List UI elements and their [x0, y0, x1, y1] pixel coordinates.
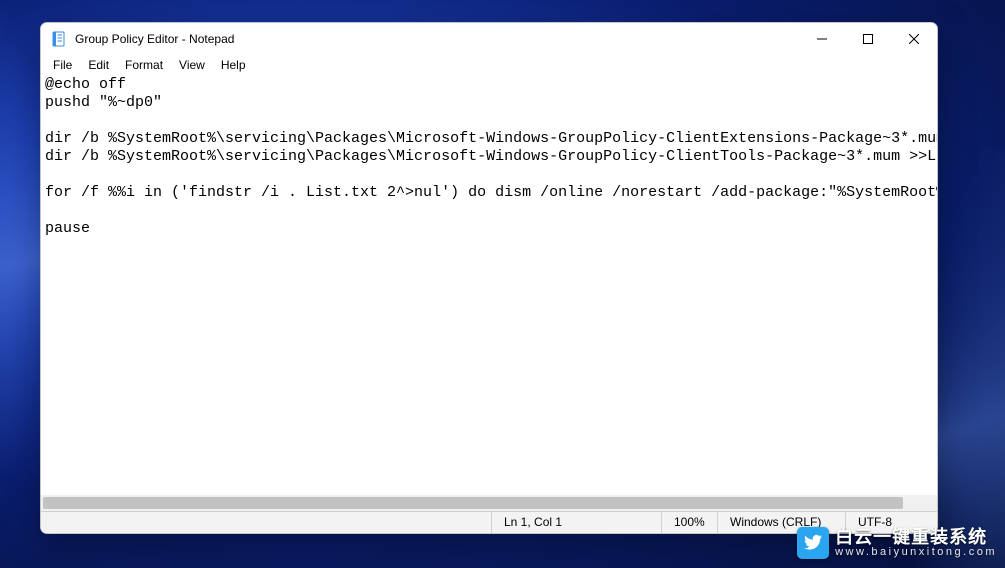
menu-help[interactable]: Help — [213, 57, 254, 73]
watermark-line1: 白云一键重装系统 — [835, 528, 997, 547]
statusbar-spacer — [41, 512, 491, 533]
editor-area: @echo off pushd "%~dp0" dir /b %SystemRo… — [41, 75, 937, 511]
menu-edit[interactable]: Edit — [80, 57, 117, 73]
menu-file[interactable]: File — [45, 57, 80, 73]
maximize-icon — [863, 34, 873, 44]
window-controls — [799, 23, 937, 55]
menubar: File Edit Format View Help — [41, 55, 937, 75]
menu-format[interactable]: Format — [117, 57, 171, 73]
watermark-line2: www.baiyunxitong.com — [835, 547, 997, 559]
desktop-background: Group Policy Editor - Notepad File Edit — [0, 0, 1005, 568]
scrollbar-thumb[interactable] — [43, 497, 903, 509]
notepad-window: Group Policy Editor - Notepad File Edit — [40, 22, 938, 534]
watermark-logo-icon — [797, 527, 829, 559]
text-editor[interactable]: @echo off pushd "%~dp0" dir /b %SystemRo… — [41, 75, 937, 495]
close-icon — [909, 34, 919, 44]
maximize-button[interactable] — [845, 23, 891, 55]
notepad-icon — [51, 31, 67, 47]
minimize-icon — [817, 34, 827, 44]
horizontal-scrollbar[interactable] — [41, 495, 937, 511]
watermark: 白云一键重装系统 www.baiyunxitong.com — [797, 524, 997, 562]
window-title: Group Policy Editor - Notepad — [75, 32, 234, 46]
status-zoom: 100% — [661, 512, 717, 533]
titlebar[interactable]: Group Policy Editor - Notepad — [41, 23, 937, 55]
status-cursor-position: Ln 1, Col 1 — [491, 512, 661, 533]
menu-view[interactable]: View — [171, 57, 213, 73]
close-button[interactable] — [891, 23, 937, 55]
watermark-text: 白云一键重装系统 www.baiyunxitong.com — [835, 528, 997, 558]
scrollbar-track[interactable] — [41, 495, 937, 511]
minimize-button[interactable] — [799, 23, 845, 55]
